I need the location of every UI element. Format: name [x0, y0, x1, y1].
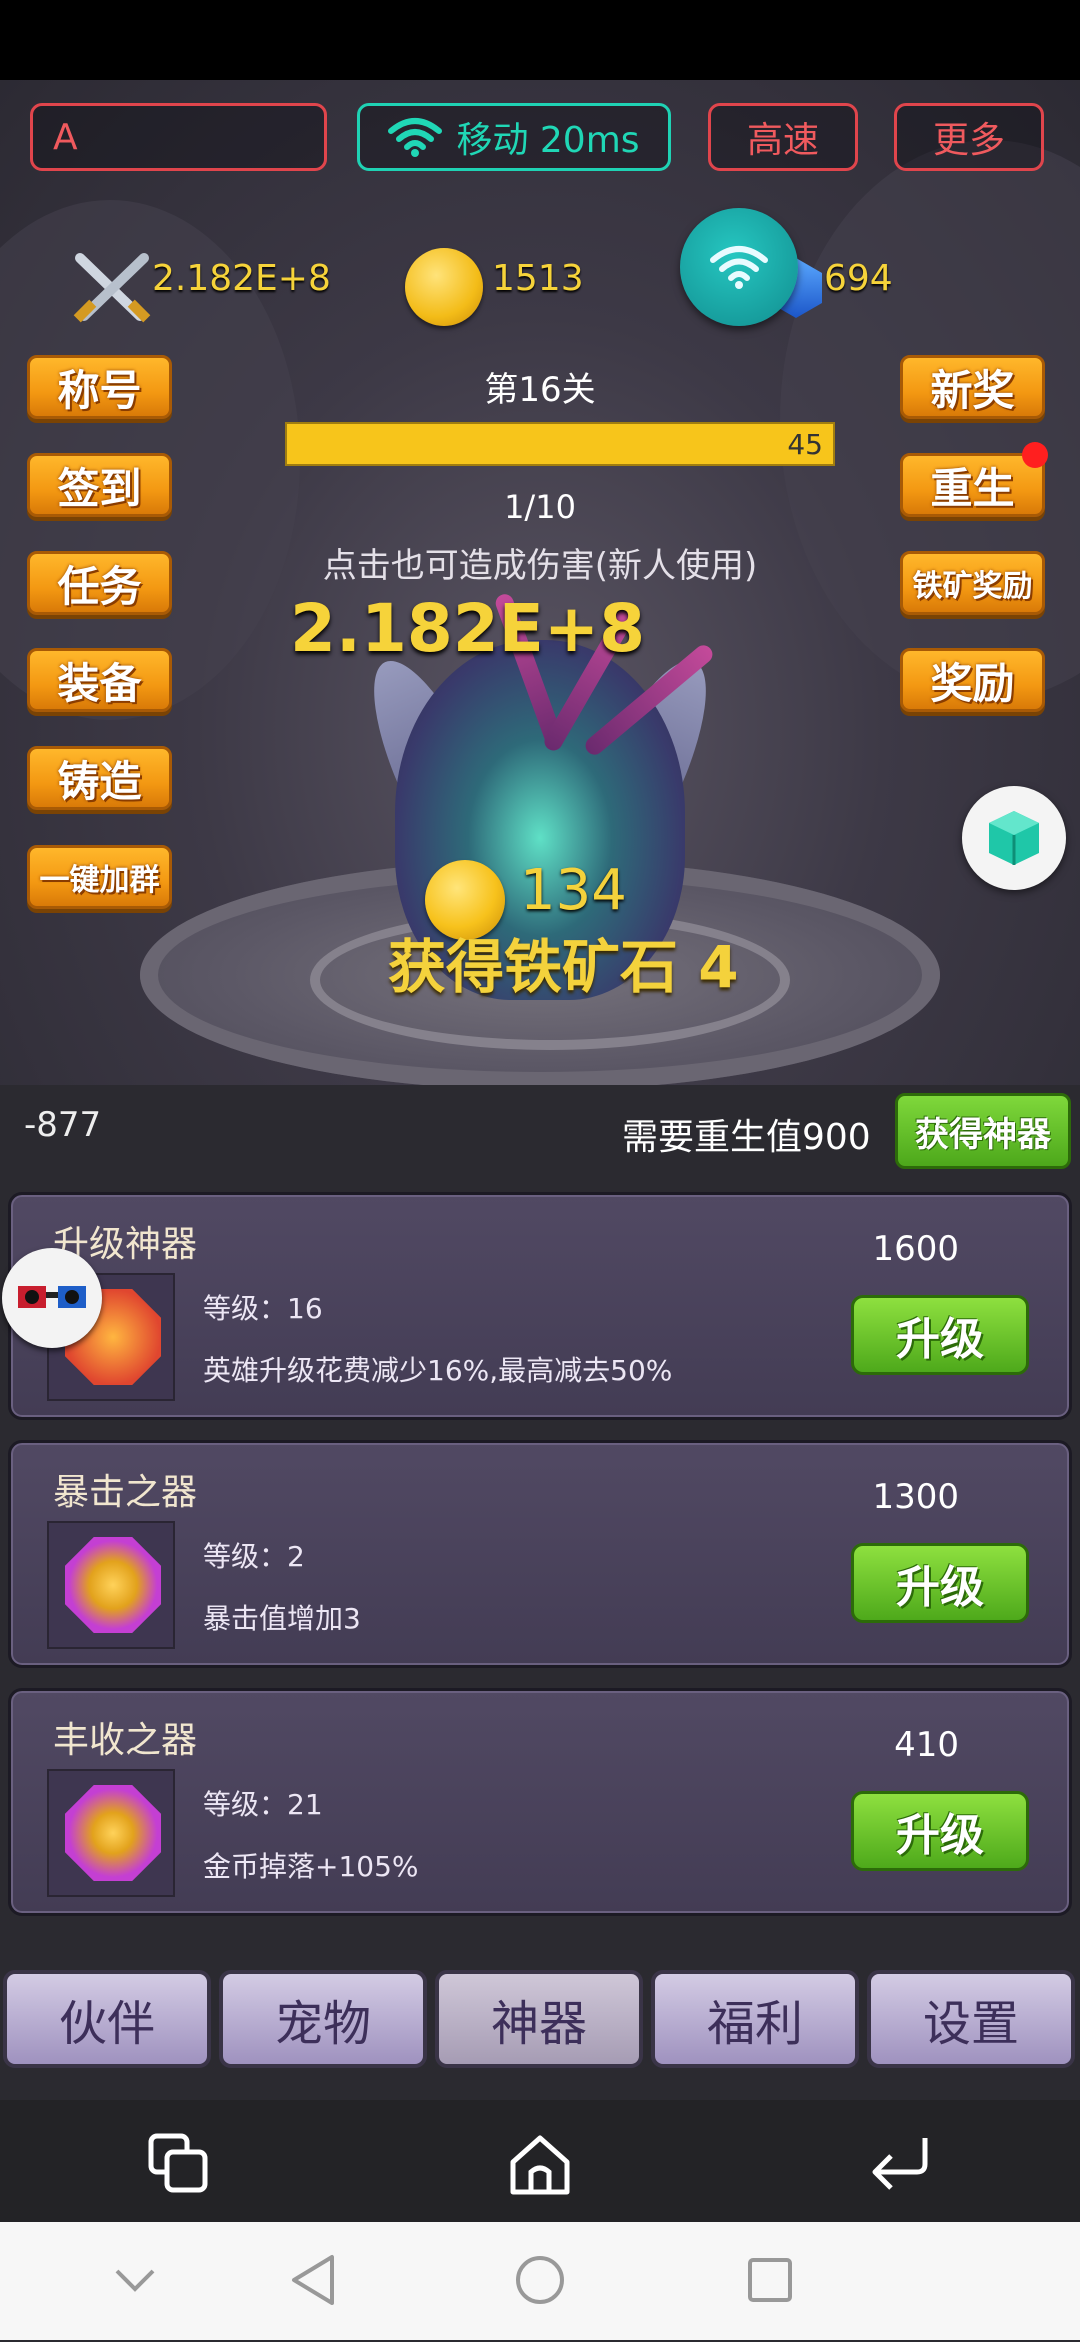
upgrade-button[interactable]: 升级: [851, 1295, 1029, 1375]
tab-pet[interactable]: 宠物: [219, 1970, 427, 2068]
artifact-name: 丰收之器: [53, 1720, 198, 1761]
equipment-button[interactable]: 装备: [27, 648, 172, 712]
tab-settings[interactable]: 设置: [867, 1970, 1075, 2068]
speed-button[interactable]: 高速: [708, 103, 858, 171]
new-reward-button[interactable]: 新奖: [900, 355, 1045, 419]
back-triangle-icon[interactable]: [285, 2252, 341, 2308]
name-input-value: A: [53, 116, 78, 158]
join-group-button[interactable]: 一键加群: [27, 845, 172, 909]
copy-icon[interactable]: [140, 2125, 220, 2205]
home-icon[interactable]: [500, 2125, 580, 2205]
back-arrow-icon[interactable]: [860, 2125, 940, 2205]
artifact-desc: 英雄升级花费减少16%,最高减去50%: [203, 1354, 673, 1387]
home-circle-icon[interactable]: [512, 2252, 568, 2308]
coin-gain-text: 134: [520, 858, 627, 923]
floating-overlay-button[interactable]: [2, 1248, 102, 1348]
artifact-icon-frame: [47, 1521, 175, 1649]
artifact-name: 暴击之器: [53, 1472, 198, 1513]
artifact-level: 等级：2: [203, 1540, 305, 1573]
cube-icon: [989, 811, 1039, 865]
tab-welfare[interactable]: 福利: [651, 1970, 859, 2068]
upgrade-button[interactable]: 升级: [851, 1791, 1029, 1871]
forge-button[interactable]: 铸造: [27, 746, 172, 810]
chevron-down-icon[interactable]: [110, 2255, 160, 2305]
floating-wifi-button[interactable]: [680, 208, 798, 326]
iron-reward-button[interactable]: 铁矿奖励: [900, 551, 1045, 615]
name-input[interactable]: A: [30, 103, 327, 171]
notification-dot: [1022, 442, 1048, 468]
boss-hp-bar: 45: [285, 422, 835, 466]
gold-value: 1513: [492, 258, 584, 299]
tab-partner[interactable]: 伙伴: [3, 1970, 211, 2068]
speed-label: 高速: [746, 120, 819, 161]
tasks-button[interactable]: 任务: [27, 551, 172, 615]
harvest-artifact-icon: [65, 1785, 161, 1881]
gem-value: 694: [824, 258, 893, 299]
title-button[interactable]: 称号: [27, 355, 172, 419]
rebirth-requirement: 需要重生值900: [622, 1117, 871, 1158]
more-label: 更多: [932, 120, 1005, 161]
glasses-icon: [18, 1286, 86, 1308]
rebirth-value: -877: [24, 1105, 102, 1145]
artifact-card: 暴击之器 1300 等级：2 暴击值增加3 升级: [8, 1440, 1072, 1668]
level-title: 第16关: [484, 370, 596, 410]
damage-value: 2.182E+8: [290, 590, 646, 667]
artifact-level: 等级：21: [203, 1788, 323, 1821]
power-value: 2.182E+8: [152, 258, 331, 299]
artifact-cost: 1300: [872, 1477, 959, 1517]
tap-tip: 点击也可造成伤害(新人使用): [322, 546, 758, 586]
artifact-card: 丰收之器 410 等级：21 金币掉落+105% 升级: [8, 1688, 1072, 1916]
rebirth-button[interactable]: 重生: [900, 453, 1045, 517]
sign-in-button[interactable]: 签到: [27, 453, 172, 517]
background-tree: [780, 140, 1080, 700]
status-area: [0, 0, 1080, 80]
wifi-icon: [388, 118, 443, 157]
wave-counter: 1/10: [504, 488, 576, 526]
network-label: 移动 20ms: [456, 120, 640, 161]
artifact-desc: 暴击值增加3: [203, 1602, 361, 1635]
crossed-swords-icon: [73, 253, 151, 323]
crit-artifact-icon: [65, 1537, 161, 1633]
recents-square-icon[interactable]: [742, 2252, 798, 2308]
tab-artifact[interactable]: 神器: [435, 1970, 643, 2068]
more-button[interactable]: 更多: [894, 103, 1044, 171]
artifact-level: 等级：16: [203, 1292, 323, 1325]
floating-cube-button[interactable]: [962, 786, 1066, 890]
network-button[interactable]: 移动 20ms: [357, 103, 671, 171]
reward-button[interactable]: 奖励: [900, 648, 1045, 712]
artifact-icon-frame: [47, 1769, 175, 1897]
artifact-cost: 1600: [872, 1229, 959, 1269]
get-artifact-button[interactable]: 获得神器: [895, 1093, 1071, 1169]
upgrade-button[interactable]: 升级: [851, 1543, 1029, 1623]
artifact-desc: 金币掉落+105%: [203, 1850, 419, 1883]
gold-coin-icon: [405, 248, 483, 326]
ore-gain-text: 获得铁矿石 4: [388, 933, 739, 1001]
wifi-icon: [710, 246, 768, 289]
boss-hp-value: 45: [787, 428, 823, 461]
artifact-card: 升级神器 1600 等级：16 英雄升级花费减少16%,最高减去50% 升级: [8, 1192, 1072, 1420]
artifact-cost: 410: [894, 1725, 959, 1765]
